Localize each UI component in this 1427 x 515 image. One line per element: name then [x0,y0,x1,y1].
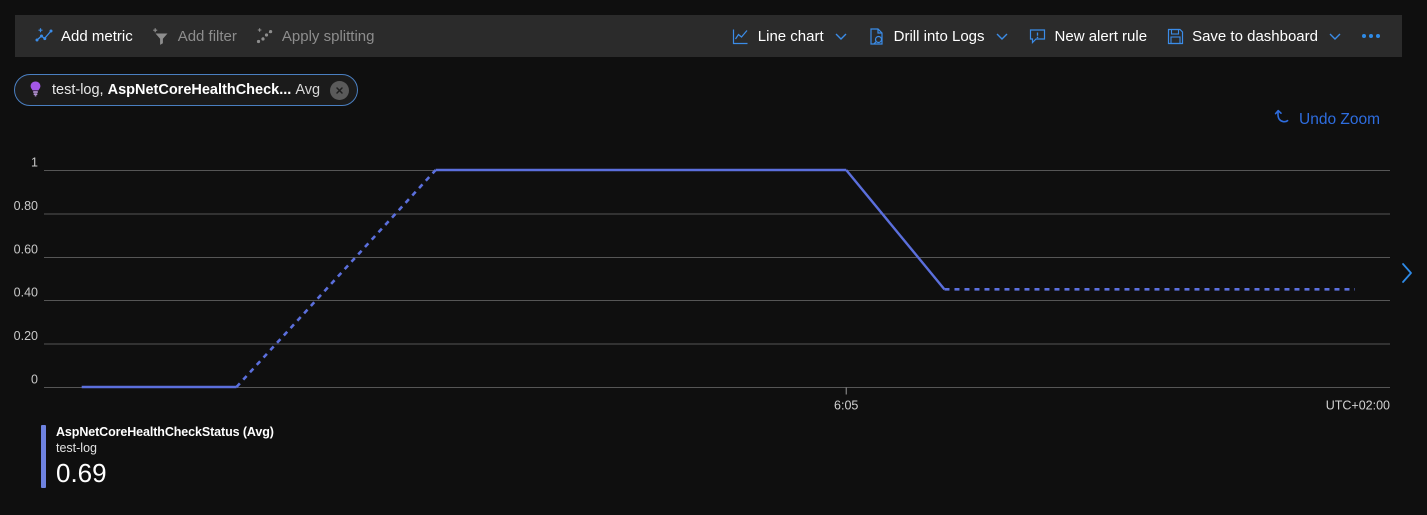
toolbar-right-group: Line chart Drill into Logs New alert rul… [722,21,1402,51]
y-axis-tick-label: 0.60 [14,242,38,256]
series-line-segment [845,169,946,291]
add-filter-button[interactable]: Add filter [142,21,246,51]
undo-zoom-label: Undo Zoom [1299,110,1380,128]
new-alert-rule-button[interactable]: New alert rule [1019,21,1157,51]
x-axis-tick-label: 6:05 [834,399,858,413]
metrics-chart[interactable]: 0 0.20 0.40 0.60 0.80 1 6:05 UTC+02:00 [0,140,1427,425]
metric-chip-metric: AspNetCoreHealthCheck... [107,82,292,98]
undo-icon [1274,108,1292,131]
new-alert-rule-icon [1028,26,1048,46]
toolbar-left-group: Add metric Add filter Apply splitting [15,21,383,51]
legend-color-swatch [41,425,46,488]
chevron-down-icon[interactable] [1327,28,1343,44]
y-axis-tick-label: 0 [31,373,38,387]
metric-chip-aggregation: Avg [295,82,321,98]
drill-into-logs-button[interactable]: Drill into Logs [858,21,1019,51]
new-alert-rule-label: New alert rule [1054,27,1148,45]
chart-series-group [81,168,1355,389]
save-to-dashboard-button[interactable]: Save to dashboard [1156,21,1352,51]
apply-splitting-icon [255,26,275,46]
ellipsis-dot-icon [1376,34,1380,38]
chevron-down-icon[interactable] [994,28,1010,44]
apply-splitting-button[interactable]: Apply splitting [246,21,384,51]
add-metric-button[interactable]: Add metric [25,21,142,51]
legend-subtitle: test-log [56,441,97,455]
save-to-dashboard-icon [1165,26,1185,46]
undo-zoom-button[interactable]: Undo Zoom [1274,108,1380,131]
chevron-right-icon [1398,258,1416,293]
ellipsis-dot-icon [1362,34,1366,38]
y-axis-tick-label: 1 [31,156,38,170]
metric-chip[interactable]: test-log, AspNetCoreHealthCheck... Avg [14,74,359,106]
ellipsis-dot-icon [1369,34,1373,38]
add-filter-icon [151,26,171,46]
chart-gridlines [44,170,1390,388]
add-filter-label: Add filter [177,27,237,45]
drill-into-logs-label: Drill into Logs [893,27,985,45]
chart-x-axis: 6:05 [44,387,1390,413]
chart-y-axis-labels: 0 0.20 0.40 0.60 0.80 1 [14,156,38,387]
add-metric-label: Add metric [61,27,133,45]
y-axis-tick-label: 0.80 [14,199,38,213]
chevron-down-icon[interactable] [833,28,849,44]
line-chart-label: Line chart [757,27,824,45]
metric-chip-close-icon[interactable] [330,80,350,100]
chart-canvas[interactable]: 0 0.20 0.40 0.60 0.80 1 6:05 UTC+02:00 [0,140,1427,425]
line-chart-icon [731,26,751,46]
timezone-label: UTC+02:00 [1326,399,1390,413]
metrics-toolbar: Add metric Add filter Apply splitting Li… [15,15,1402,57]
apply-splitting-label: Apply splitting [281,27,375,45]
line-chart-button[interactable]: Line chart [722,21,858,51]
y-axis-tick-label: 0.40 [14,286,38,300]
add-metric-icon [34,26,54,46]
metric-chip-resource: test-log, [52,82,104,98]
chart-timezone-label: UTC+02:00 [1326,399,1390,413]
lightbulb-icon [27,80,44,101]
expand-panel-button[interactable] [1395,255,1419,295]
metric-chip-text: test-log, AspNetCoreHealthCheck... Avg [52,82,320,98]
more-commands-button[interactable] [1352,21,1390,51]
legend-text-group: AspNetCoreHealthCheckStatus (Avg) test-l… [56,425,274,488]
save-to-dashboard-label: Save to dashboard [1192,27,1318,45]
legend-value: 0.69 [56,458,107,488]
y-axis-tick-label: 0.20 [14,329,38,343]
chart-legend[interactable]: AspNetCoreHealthCheckStatus (Avg) test-l… [41,425,274,488]
series-line-segment [235,169,437,388]
legend-title: AspNetCoreHealthCheckStatus (Avg) [56,425,274,439]
drill-into-logs-icon [867,26,887,46]
